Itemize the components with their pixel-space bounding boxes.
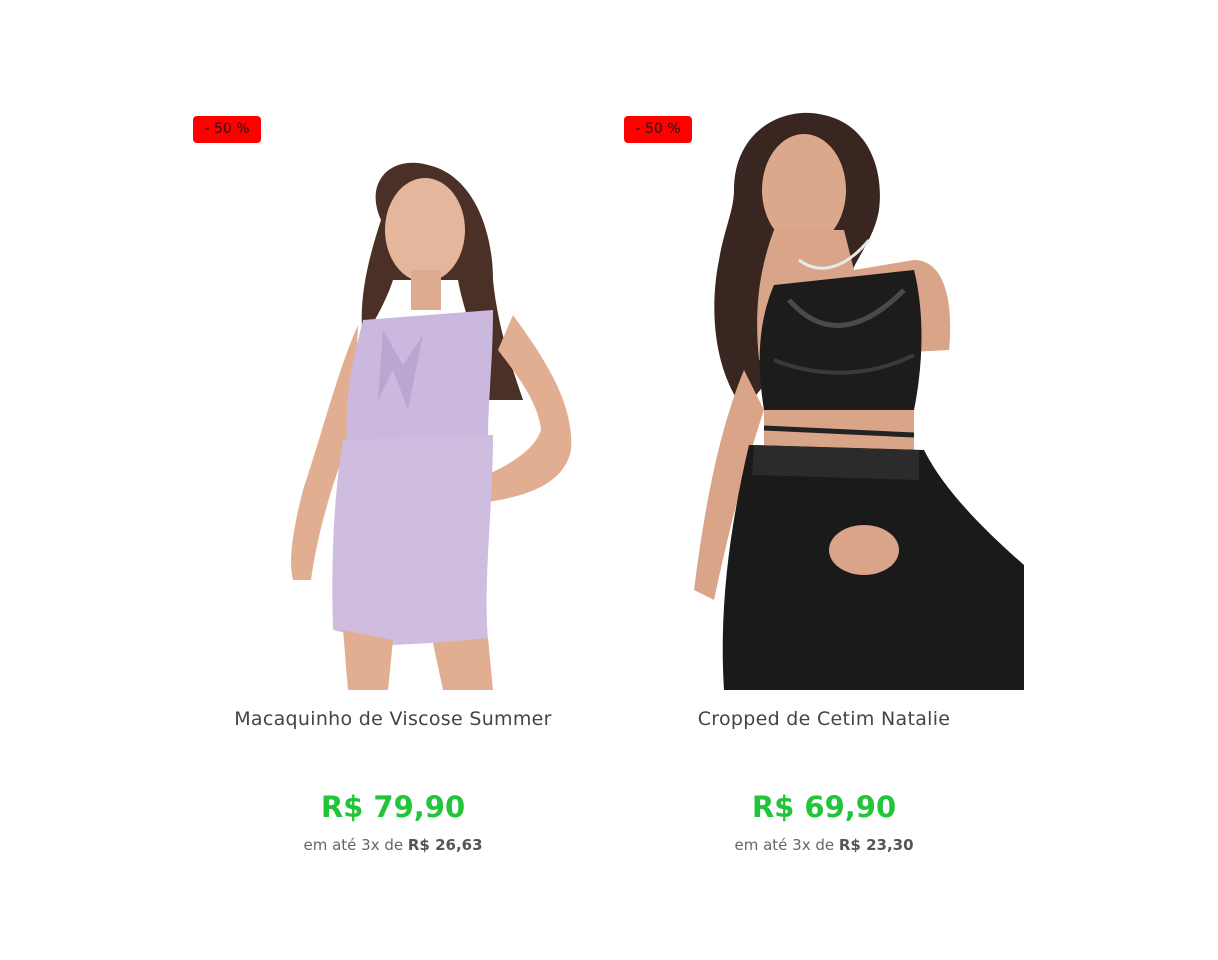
product-card[interactable]: - 50 % Macaquinho de Viscose Summer R$ 7… — [193, 110, 593, 870]
installments-text: em até 3x de R$ 23,30 — [624, 836, 1024, 854]
lilac-romper-photo-icon — [291, 162, 572, 690]
installments-prefix: em até 3x de — [303, 836, 404, 854]
discount-badge: - 50 % — [624, 116, 692, 143]
product-name[interactable]: Macaquinho de Viscose Summer — [193, 708, 593, 730]
product-name[interactable]: Cropped de Cetim Natalie — [624, 708, 1024, 730]
installments-text: em até 3x de R$ 26,63 — [193, 836, 593, 854]
installments-prefix: em até 3x de — [734, 836, 835, 854]
product-grid: - 50 % Macaquinho de Viscose Summer R$ 7… — [0, 0, 1218, 960]
installment-value: R$ 26,63 — [407, 836, 483, 854]
product-price: R$ 69,90 — [751, 790, 897, 824]
installment-value: R$ 23,30 — [838, 836, 914, 854]
product-price: R$ 79,90 — [320, 790, 466, 824]
product-image[interactable] — [624, 110, 1024, 690]
product-card[interactable]: - 50 % Cropped de Cetim Natalie R$ 69,90… — [624, 110, 1024, 870]
black-satin-outfit-photo-icon — [694, 112, 1024, 690]
discount-badge: - 50 % — [193, 116, 261, 143]
product-image[interactable] — [193, 110, 593, 690]
